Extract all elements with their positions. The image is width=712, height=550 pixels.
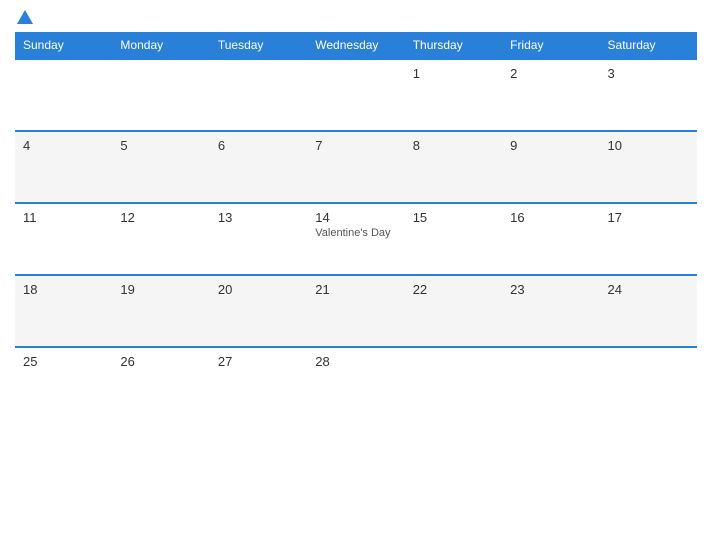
calendar-cell: 5	[112, 131, 209, 203]
day-number: 14	[315, 210, 396, 225]
calendar-cell: 17	[600, 203, 697, 275]
day-number: 19	[120, 282, 201, 297]
day-number: 18	[23, 282, 104, 297]
day-number: 11	[23, 210, 104, 225]
weekday-header: Thursday	[405, 32, 502, 59]
calendar-cell: 9	[502, 131, 599, 203]
weekday-header: Sunday	[15, 32, 112, 59]
calendar-cell: 24	[600, 275, 697, 347]
weekday-header-row: SundayMondayTuesdayWednesdayThursdayFrid…	[15, 32, 697, 59]
calendar-cell: 4	[15, 131, 112, 203]
calendar-cell: 7	[307, 131, 404, 203]
calendar-cell: 16	[502, 203, 599, 275]
calendar-cell: 27	[210, 347, 307, 419]
weekday-header: Monday	[112, 32, 209, 59]
calendar-cell	[405, 347, 502, 419]
calendar-cell: 18	[15, 275, 112, 347]
calendar-cell: 26	[112, 347, 209, 419]
weekday-header: Wednesday	[307, 32, 404, 59]
calendar-page: SundayMondayTuesdayWednesdayThursdayFrid…	[0, 0, 712, 550]
calendar-cell: 12	[112, 203, 209, 275]
calendar-cell	[15, 59, 112, 131]
calendar-cell: 22	[405, 275, 502, 347]
logo	[15, 10, 35, 24]
calendar-cell	[502, 347, 599, 419]
day-number: 17	[608, 210, 689, 225]
calendar-cell	[307, 59, 404, 131]
day-number: 1	[413, 66, 494, 81]
calendar-cell	[210, 59, 307, 131]
day-number: 9	[510, 138, 591, 153]
calendar-cell	[600, 347, 697, 419]
calendar-week-row: 11 12 13 14 Valentine's Day 15 16 17	[15, 203, 697, 275]
calendar-cell: 6	[210, 131, 307, 203]
calendar-cell	[112, 59, 209, 131]
day-number: 10	[608, 138, 689, 153]
day-number: 2	[510, 66, 591, 81]
calendar-cell: 28	[307, 347, 404, 419]
calendar-cell: 11	[15, 203, 112, 275]
calendar-week-row: 25 26 27 28	[15, 347, 697, 419]
day-number: 7	[315, 138, 396, 153]
calendar-cell: 20	[210, 275, 307, 347]
calendar-cell: 2	[502, 59, 599, 131]
header	[15, 10, 697, 24]
weekday-header: Tuesday	[210, 32, 307, 59]
calendar-week-row: 1 2 3	[15, 59, 697, 131]
day-number: 26	[120, 354, 201, 369]
day-number: 21	[315, 282, 396, 297]
calendar-cell: 25	[15, 347, 112, 419]
day-number: 16	[510, 210, 591, 225]
day-number: 22	[413, 282, 494, 297]
day-number: 15	[413, 210, 494, 225]
calendar-cell: 13	[210, 203, 307, 275]
calendar-cell: 15	[405, 203, 502, 275]
day-number: 20	[218, 282, 299, 297]
calendar-table: SundayMondayTuesdayWednesdayThursdayFrid…	[15, 32, 697, 419]
day-number: 13	[218, 210, 299, 225]
day-number: 8	[413, 138, 494, 153]
calendar-cell: 19	[112, 275, 209, 347]
weekday-header: Friday	[502, 32, 599, 59]
day-number: 27	[218, 354, 299, 369]
weekday-header: Saturday	[600, 32, 697, 59]
day-number: 3	[608, 66, 689, 81]
calendar-week-row: 18 19 20 21 22 23 24	[15, 275, 697, 347]
day-number: 12	[120, 210, 201, 225]
logo-triangle-icon	[17, 10, 33, 24]
calendar-week-row: 4 5 6 7 8 9 10	[15, 131, 697, 203]
calendar-cell: 14 Valentine's Day	[307, 203, 404, 275]
calendar-cell: 1	[405, 59, 502, 131]
calendar-cell: 8	[405, 131, 502, 203]
calendar-cell: 23	[502, 275, 599, 347]
day-number: 23	[510, 282, 591, 297]
calendar-cell: 10	[600, 131, 697, 203]
calendar-cell: 3	[600, 59, 697, 131]
day-number: 5	[120, 138, 201, 153]
day-number: 6	[218, 138, 299, 153]
day-number: 25	[23, 354, 104, 369]
calendar-cell: 21	[307, 275, 404, 347]
event-label: Valentine's Day	[315, 227, 396, 239]
day-number: 4	[23, 138, 104, 153]
day-number: 24	[608, 282, 689, 297]
day-number: 28	[315, 354, 396, 369]
